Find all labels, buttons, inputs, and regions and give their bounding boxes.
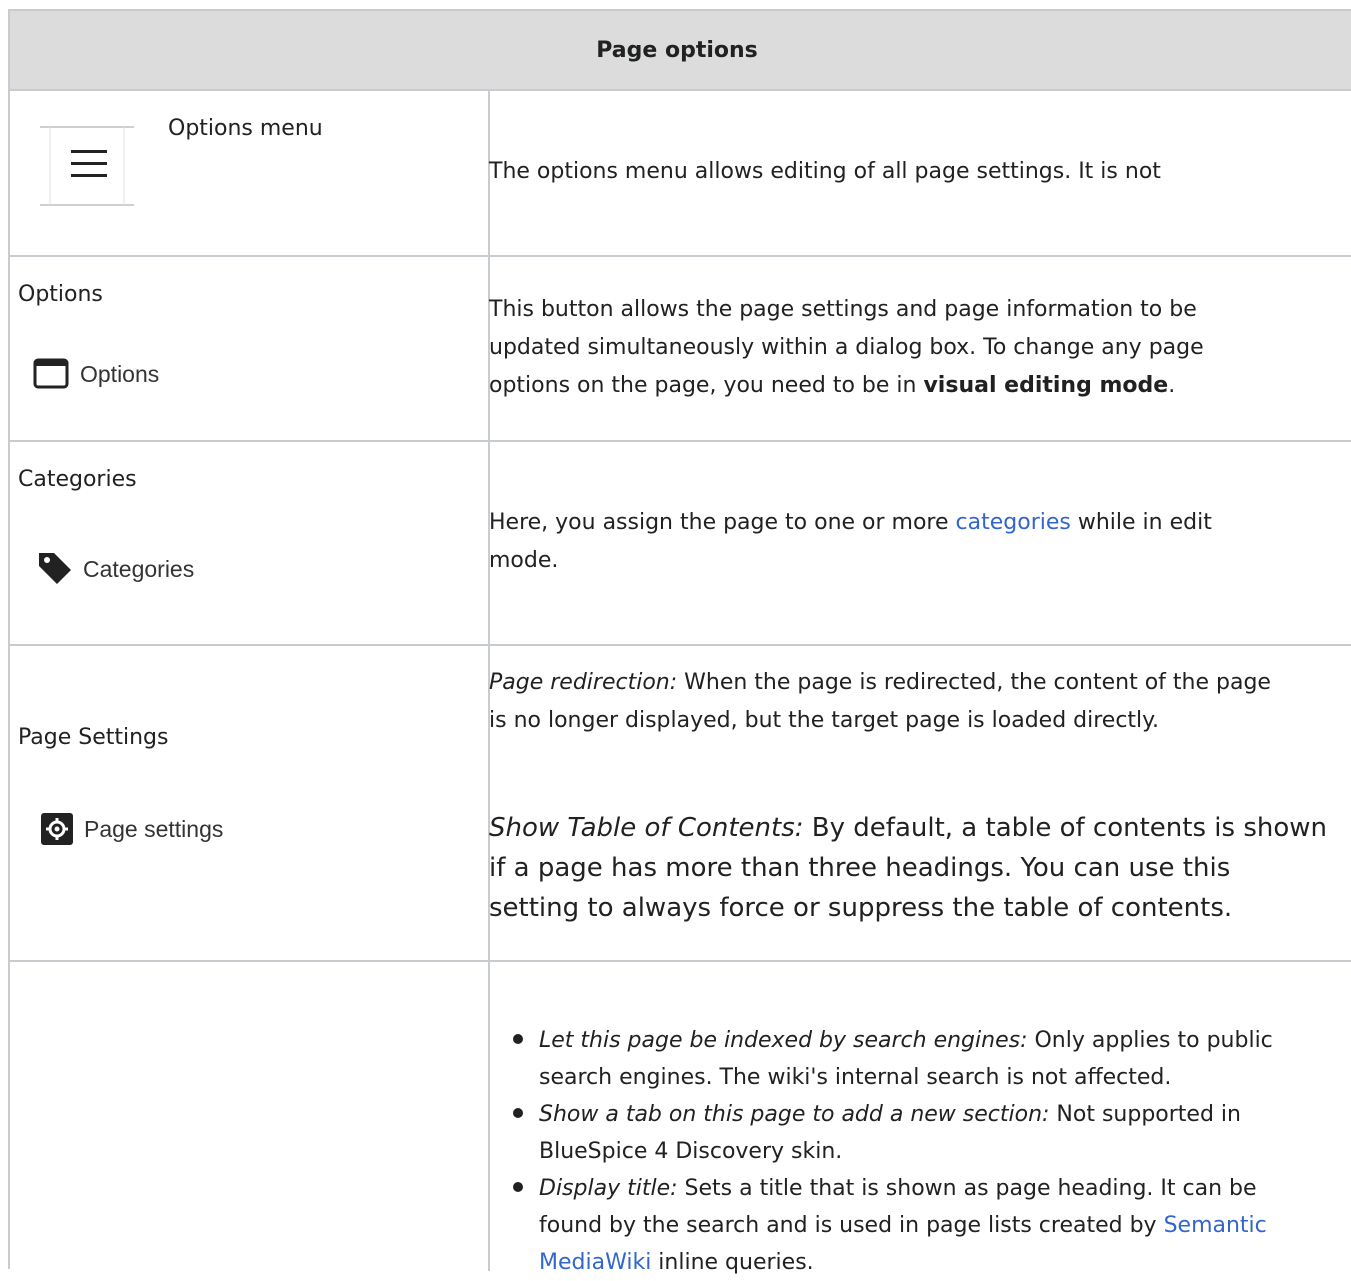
options-label: Options: [18, 282, 103, 307]
options-description-line: updated simultaneously within a dialog b…: [489, 335, 1204, 360]
row-divider: [10, 644, 1351, 646]
options-button-image: Options: [18, 339, 189, 407]
categories-description-line: Here, you assign the page to one or more…: [489, 504, 1212, 542]
row-divider: [10, 255, 1351, 257]
options-menu-label: Options menu: [168, 116, 323, 141]
options-description-text: options on the page, you need to be in: [489, 373, 924, 398]
options-menu-description: The options menu allows editing of all p…: [489, 159, 1161, 184]
list-item-continuation: search engines. The wiki's internal sear…: [489, 1059, 1273, 1096]
categories-button-image: Categories: [18, 525, 245, 610]
page-settings-label: Page Settings: [18, 725, 169, 750]
options-description-line: options on the page, you need to be in v…: [489, 367, 1175, 405]
list-item-text: Sets a title that is shown as page headi…: [677, 1176, 1257, 1201]
list-item-title: Let this page be indexed by search engin…: [539, 1028, 1028, 1053]
list-item-continuation: found by the search and is used in page …: [489, 1207, 1273, 1244]
table-header-title: Page options: [596, 37, 758, 63]
page-settings-button-label: Page settings: [84, 816, 224, 842]
list-item-title: Show a tab on this page to add a new sec…: [539, 1102, 1050, 1127]
row-divider: [10, 960, 1351, 962]
page-options-list: Let this page be indexed by search engin…: [489, 1022, 1273, 1281]
list-item: Display title: Sets a title that is show…: [489, 1170, 1273, 1207]
show-toc-line: if a page has more than three headings. …: [489, 853, 1231, 883]
page-redirection-line: Page redirection: When the page is redir…: [489, 664, 1271, 702]
categories-link[interactable]: categories: [956, 510, 1071, 535]
page-redirection-line: is no longer displayed, but the target p…: [489, 708, 1160, 733]
page-redirection-text: When the page is redirected, the content…: [677, 670, 1271, 695]
categories-button-label: Categories: [83, 556, 195, 582]
list-item: Let this page be indexed by search engin…: [489, 1022, 1273, 1059]
gear-icon: [41, 813, 73, 845]
list-item: Show a tab on this page to add a new sec…: [489, 1096, 1273, 1133]
list-item-title: Display title:: [539, 1176, 678, 1201]
table-header: Page options: [10, 11, 1351, 91]
categories-label: Categories: [18, 467, 137, 492]
list-item-text: found by the search and is used in page …: [539, 1213, 1164, 1238]
options-description-line: This button allows the page settings and…: [489, 297, 1197, 322]
show-toc-line: setting to always force or suppress the …: [489, 893, 1233, 923]
tag-icon: [39, 553, 71, 584]
list-item-continuation: BlueSpice 4 Discovery skin.: [489, 1133, 1273, 1170]
categories-description-line: mode.: [489, 548, 559, 573]
bullet-icon: [513, 1034, 523, 1044]
bullet-icon: [513, 1182, 523, 1192]
row-divider: [10, 440, 1351, 442]
list-item-text: search engines. The wiki's internal sear…: [539, 1065, 1172, 1090]
show-toc-text: By default, a table of contents is shown: [803, 813, 1327, 843]
categories-description-text: Here, you assign the page to one or more: [489, 510, 956, 535]
semantic-mediawiki-link[interactable]: MediaWiki: [539, 1250, 651, 1275]
show-toc-title: Show Table of Contents:: [489, 813, 804, 843]
visual-editing-mode-bold: visual editing mode: [923, 373, 1169, 398]
menu-icon: [40, 126, 134, 206]
semantic-mediawiki-link[interactable]: Semantic: [1164, 1213, 1267, 1238]
page-settings-button-image: Page settings: [18, 783, 279, 872]
options-description-text: .: [1168, 373, 1176, 398]
list-item-text: Only applies to public: [1027, 1028, 1273, 1053]
bullet-icon: [513, 1108, 523, 1118]
list-item-text: inline queries.: [651, 1250, 814, 1275]
options-menu-image: [18, 109, 157, 223]
categories-description-text: while in edit: [1070, 510, 1212, 535]
options-button-label: Options: [80, 361, 160, 387]
page-redirection-title: Page redirection:: [489, 670, 678, 695]
show-toc-line: Show Table of Contents: By default, a ta…: [489, 808, 1327, 848]
list-item-text: Not supported in: [1049, 1102, 1241, 1127]
list-item-text: BlueSpice 4 Discovery skin.: [539, 1139, 843, 1164]
window-icon: [33, 358, 69, 389]
